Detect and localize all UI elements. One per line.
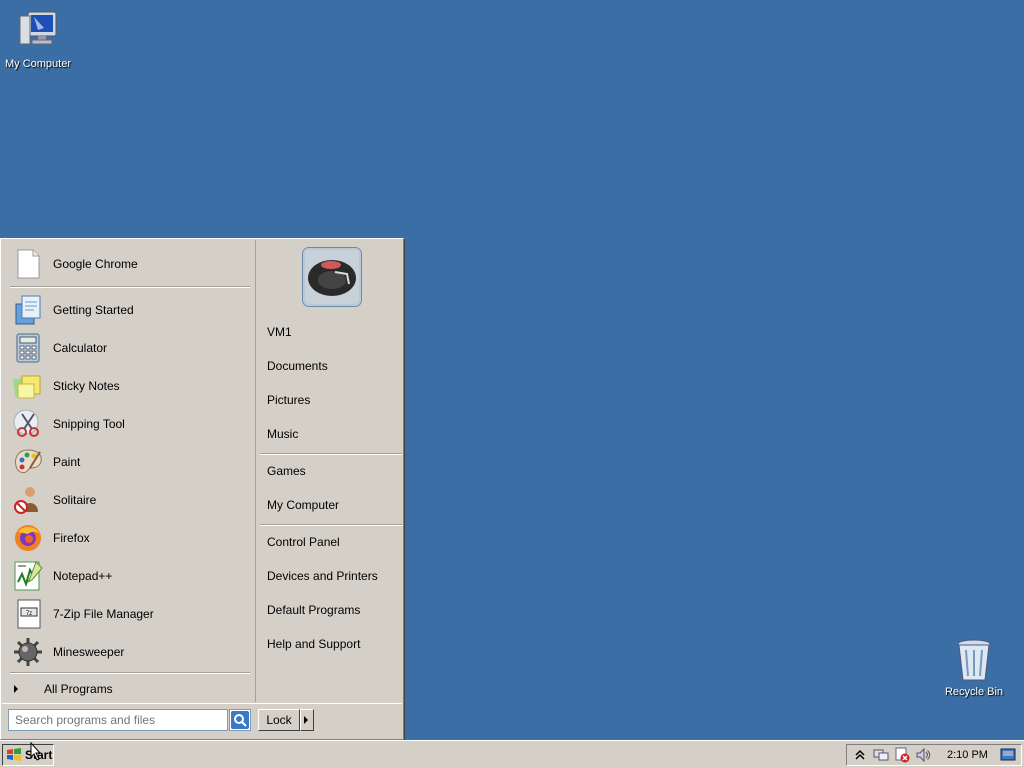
start-item-calculator[interactable]: Calculator [8,330,250,366]
shutdown-options-button[interactable] [300,709,314,731]
clock[interactable]: 2:10 PM [947,749,995,761]
my-computer-icon [14,8,62,56]
search-programs-input[interactable] [8,709,228,731]
start-item-label: Getting Started [53,303,134,317]
arrow-right-icon [304,716,308,724]
turntable-icon [305,250,359,304]
start-item-sticky-notes[interactable]: Sticky Notes [8,368,250,404]
start-menu-bottom-bar: Lock [2,703,402,739]
desktop-icon-recycle-bin[interactable]: Recycle Bin [934,636,1014,698]
system-tray: 2:10 PM [846,744,1022,766]
show-desktop-icon[interactable] [1000,747,1016,763]
sticky-notes-icon [12,370,44,402]
places-item-my-computer[interactable]: My Computer [267,495,397,515]
places-item-default-programs[interactable]: Default Programs [267,600,397,620]
places-item-control-panel[interactable]: Control Panel [267,532,397,552]
show-hidden-icons-chevron-icon[interactable] [852,747,868,763]
action-center-error-icon[interactable] [894,747,910,763]
start-item-paint[interactable]: Paint [8,444,250,480]
start-menu-separator [10,286,250,288]
start-item-label: Sticky Notes [53,379,120,393]
start-item-getting-started[interactable]: Getting Started [8,292,250,328]
start-item-notepad-plus[interactable]: Notepad++ [8,558,250,594]
start-item-label: Paint [53,455,81,469]
solitaire-icon [12,484,44,516]
start-item-label: Solitaire [53,493,97,507]
svg-text:7z: 7z [26,611,32,617]
mouse-cursor-icon [30,742,42,761]
start-item-minesweeper[interactable]: Minesweeper [8,634,250,670]
desktop-icon-my-computer[interactable]: My Computer [0,8,78,70]
notepad-plus-icon [12,560,44,592]
places-separator [260,524,402,526]
scissors-icon [12,408,44,440]
start-item-label: 7-Zip File Manager [53,607,154,621]
places-item-help-and-support[interactable]: Help and Support [267,634,397,654]
start-item-label: Firefox [53,531,90,545]
start-menu: Google Chrome Getting Started Calculator… [0,238,404,740]
seven-zip-icon: 7z [12,598,44,630]
start-item-label: Google Chrome [53,257,138,271]
calculator-icon [12,332,44,364]
start-item-7zip[interactable]: 7z 7-Zip File Manager [8,596,250,632]
start-item-google-chrome[interactable]: Google Chrome [8,246,250,282]
places-separator [260,453,402,455]
all-programs-label: All Programs [44,682,113,696]
desktop-icon-label: My Computer [4,58,72,70]
start-item-solitaire[interactable]: Solitaire [8,482,250,518]
user-picture[interactable] [303,248,361,306]
places-item-documents[interactable]: Documents [267,356,397,376]
volume-icon[interactable] [915,747,931,763]
recycle-bin-icon [950,636,998,684]
firefox-icon [12,522,44,554]
places-item-pictures[interactable]: Pictures [267,390,397,410]
network-icon[interactable] [873,747,889,763]
start-item-label: Calculator [53,341,108,355]
paint-palette-icon [12,446,44,478]
taskbar: Start 2:10 PM [0,740,1024,768]
desktop-icon-label: Recycle Bin [944,686,1004,698]
start-item-firefox[interactable]: Firefox [8,520,250,556]
lock-button[interactable]: Lock [258,709,300,731]
search-icon [231,711,249,729]
windows-logo-icon [7,748,21,761]
start-item-label: Notepad++ [53,569,113,583]
start-button[interactable]: Start [2,744,54,766]
start-item-snipping-tool[interactable]: Snipping Tool [8,406,250,442]
blank-document-icon [12,248,44,280]
start-menu-programs-pane: Google Chrome Getting Started Calculator… [2,240,254,702]
getting-started-icon [12,294,44,326]
mine-icon [12,636,44,668]
places-item-vm1[interactable]: VM1 [267,322,397,342]
arrow-right-icon [14,685,18,693]
start-menu-places-pane: VM1 Documents Pictures Music Games My Co… [255,240,403,702]
start-menu-separator [10,672,250,674]
places-item-games[interactable]: Games [267,461,397,481]
start-item-label: Minesweeper [53,645,125,659]
start-item-label: Snipping Tool [53,417,125,431]
search-button[interactable] [229,709,251,731]
places-item-devices-and-printers[interactable]: Devices and Printers [267,566,397,586]
places-item-music[interactable]: Music [267,424,397,444]
all-programs-button[interactable]: All Programs [12,680,248,698]
